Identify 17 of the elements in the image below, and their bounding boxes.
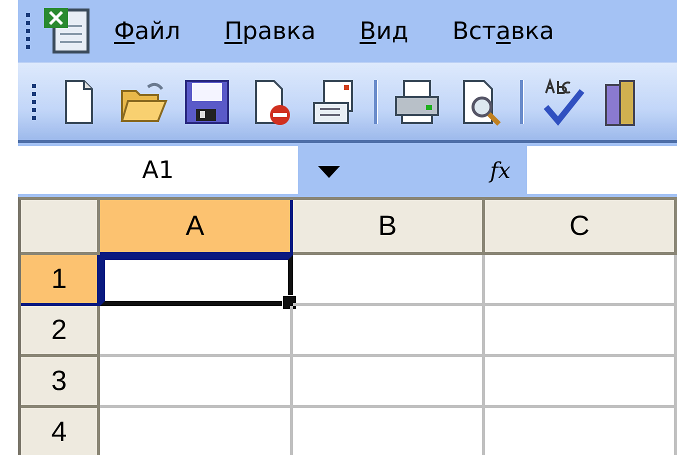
spreadsheet-icon[interactable] — [42, 6, 92, 56]
column-header[interactable]: B — [293, 200, 485, 255]
row-header[interactable]: 4 — [21, 408, 100, 455]
name-box[interactable]: A1 — [18, 146, 298, 194]
dropdown-arrow-icon[interactable] — [318, 166, 340, 178]
function-label[interactable]: fx — [490, 159, 527, 184]
menu-item[interactable]: Вставка — [430, 17, 576, 45]
menu-item[interactable]: Правка — [202, 17, 338, 45]
row-header[interactable]: 1 — [21, 255, 100, 306]
menu-item[interactable]: Файл — [92, 17, 202, 45]
column-header[interactable]: C — [485, 200, 677, 255]
row-header[interactable]: 3 — [21, 357, 100, 408]
column-header[interactable]: A — [100, 200, 293, 255]
row-header[interactable]: 2 — [21, 306, 100, 357]
formula-field[interactable] — [527, 146, 677, 194]
select-all-corner[interactable] — [21, 200, 100, 255]
menu-item[interactable]: Вид — [338, 17, 430, 45]
